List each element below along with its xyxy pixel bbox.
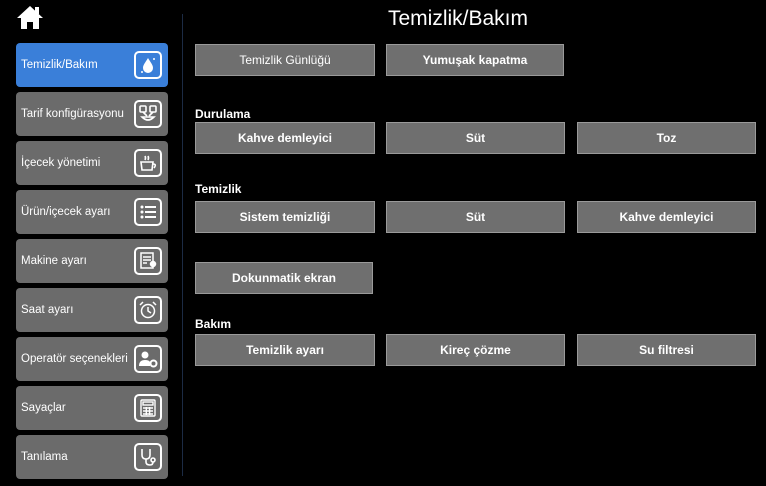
sidebar-item-label: Tanılama	[21, 451, 68, 463]
system-cleaning-button[interactable]: Sistem temizliği	[195, 201, 375, 233]
rinse-brewer-button[interactable]: Kahve demleyici	[195, 122, 375, 154]
maintenance-section-title: Bakım	[195, 317, 232, 331]
sidebar-item-label: Sayaçlar	[21, 402, 66, 414]
recipe-icon	[134, 100, 162, 128]
sidebar-item-counters[interactable]: Sayaçlar	[16, 386, 168, 430]
water-filter-button[interactable]: Su filtresi	[577, 334, 756, 366]
descale-button[interactable]: Kireç çözme	[386, 334, 565, 366]
soft-off-button[interactable]: Yumuşak kapatma	[386, 44, 564, 76]
sidebar-item-label: Saat ayarı	[21, 304, 74, 316]
cup-icon	[134, 149, 162, 177]
sidebar-item-label: İçecek yönetimi	[21, 157, 101, 169]
sidebar-item-beverage-management[interactable]: İçecek yönetimi	[16, 141, 168, 185]
sidebar-divider	[182, 14, 183, 476]
stethoscope-icon	[134, 443, 162, 471]
page-title: Temizlik/Bakım	[387, 7, 529, 30]
sidebar-item-label: Makine ayarı	[21, 255, 87, 267]
calculator-icon	[134, 394, 162, 422]
sidebar: Temizlik/Bakım Tarif konfigürasyonu İçec…	[16, 43, 168, 484]
sidebar-item-label: Operatör seçenekleri	[21, 353, 128, 365]
sidebar-item-diagnostics[interactable]: Tanılama	[16, 435, 168, 479]
operator-gear-icon	[134, 345, 162, 373]
water-drop-icon	[134, 51, 162, 79]
rinse-milk-button[interactable]: Süt	[386, 122, 565, 154]
cleaning-log-button[interactable]: Temizlik Günlüğü	[195, 44, 375, 76]
sidebar-item-label: Ürün/içecek ayarı	[21, 206, 111, 218]
cleaning-section-title: Temizlik	[195, 182, 242, 196]
clean-milk-button[interactable]: Süt	[386, 201, 565, 233]
sidebar-item-clock-settings[interactable]: Saat ayarı	[16, 288, 168, 332]
rinse-powder-button[interactable]: Toz	[577, 122, 756, 154]
cleaning-settings-button[interactable]: Temizlik ayarı	[195, 334, 375, 366]
sidebar-item-label: Tarif konfigürasyonu	[21, 108, 124, 120]
sidebar-item-cleaning-maintenance[interactable]: Temizlik/Bakım	[16, 43, 168, 87]
rinse-section-title: Durulama	[195, 107, 251, 121]
sidebar-item-operator-options[interactable]: Operatör seçenekleri	[16, 337, 168, 381]
sidebar-item-machine-settings[interactable]: Makine ayarı	[16, 239, 168, 283]
clean-brewer-button[interactable]: Kahve demleyici	[577, 201, 756, 233]
sidebar-item-product-settings[interactable]: Ürün/içecek ayarı	[16, 190, 168, 234]
machine-icon	[134, 247, 162, 275]
list-icon	[134, 198, 162, 226]
alarm-clock-icon	[134, 296, 162, 324]
sidebar-item-recipe-config[interactable]: Tarif konfigürasyonu	[16, 92, 168, 136]
sidebar-item-label: Temizlik/Bakım	[21, 59, 98, 71]
touchscreen-cleaning-button[interactable]: Dokunmatik ekran	[195, 262, 373, 294]
